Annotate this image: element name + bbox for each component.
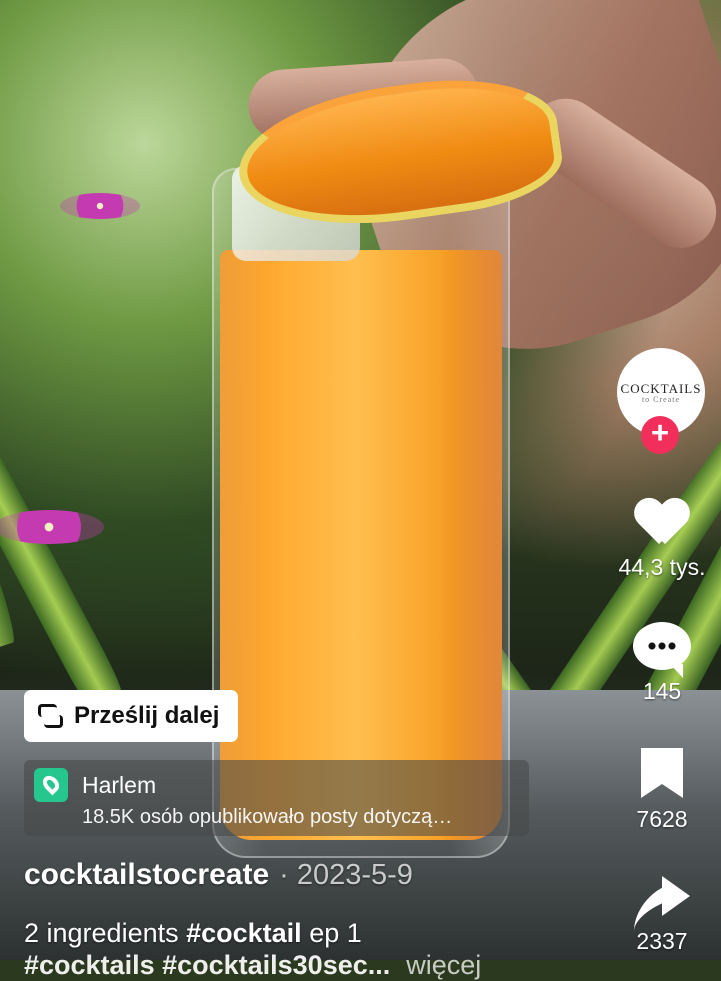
bookmark-icon [641,748,683,798]
save-control[interactable]: 7628 [617,748,707,833]
location-pin-icon [34,768,68,802]
location-card[interactable]: Harlem 18.5K osób opublikowało posty dot… [24,760,529,836]
save-count: 7628 [636,806,688,832]
share-control[interactable]: 2337 [617,870,707,955]
avatar-subtitle: to Create [641,394,681,404]
tiktok-video-overlay: Prześlij dalej Harlem 18.5K osób opublik… [0,0,721,980]
author-name[interactable]: cocktailstocreate [24,858,269,891]
share-count: 2337 [636,928,688,954]
location-title: Harlem [82,772,157,798]
forward-button-label: Prześlij dalej [74,702,220,729]
comment-count: 145 [642,678,682,704]
comment-icon [633,622,691,678]
comment-control[interactable]: 145 [617,622,707,705]
author-row[interactable]: cocktailstocreate · 2023-5-9 [24,858,413,892]
caption-episode: ep 1 [301,918,362,948]
forward-button[interactable]: Prześlij dalej [24,690,238,742]
share-arrow-icon [634,870,690,920]
like-control[interactable]: 44,3 tys. [617,498,707,581]
post-date: · 2023-5-9 [279,859,413,891]
more-button[interactable]: więcej [406,950,481,980]
caption-text: 2 ingredients [24,918,187,948]
creator-avatar-group[interactable]: COCKTAILS to Create + [617,348,705,456]
like-count: 44,3 tys. [618,554,706,580]
share-icon [36,702,64,730]
location-subtitle: 18.5K osób opublikowało posty dotyczą… [82,806,453,828]
follow-button[interactable]: + [641,416,679,454]
hashtags-line[interactable]: #cocktails #cocktails30sec... [24,950,390,980]
caption: 2 ingredients #cocktail ep 1 [24,916,362,950]
hashtag-cocktail[interactable]: #cocktail [186,918,302,948]
caption-hashtags[interactable]: #cocktails #cocktails30sec... więcej [24,950,481,981]
heart-icon [635,498,689,546]
